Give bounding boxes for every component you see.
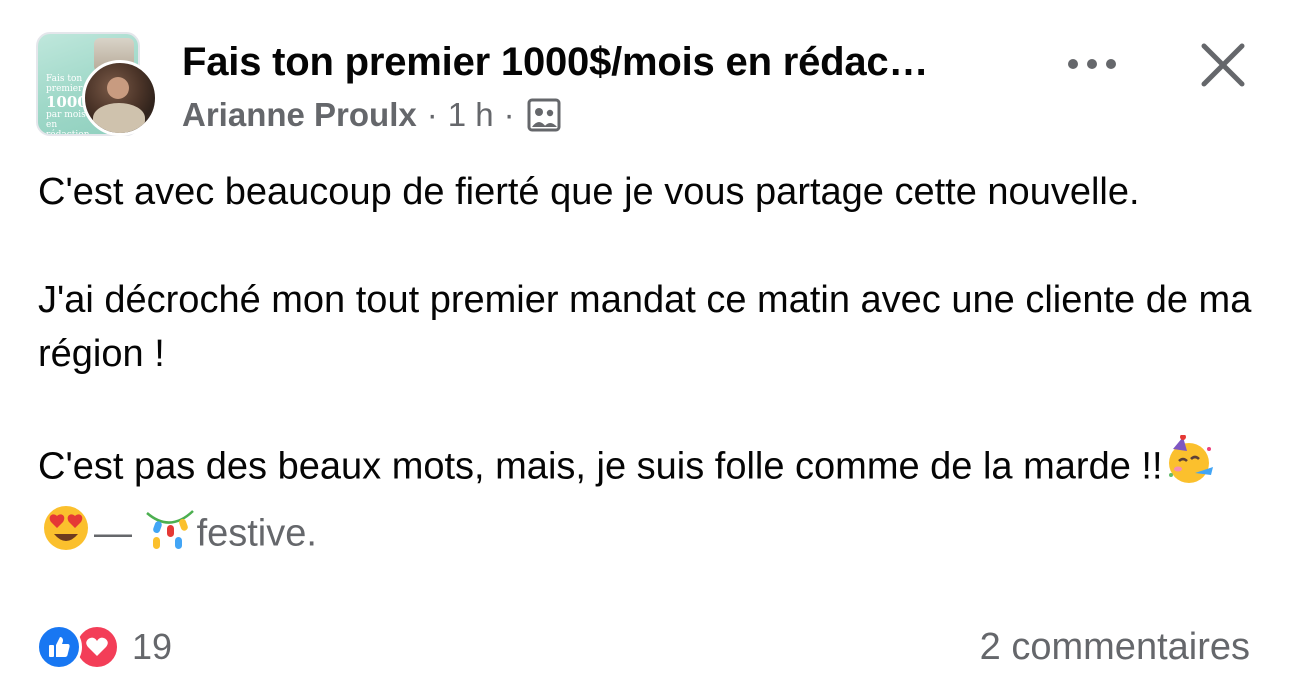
close-icon <box>1200 42 1246 93</box>
feeling-text[interactable]: festive. <box>197 513 317 555</box>
reaction-count: 19 <box>132 626 173 667</box>
reactions-summary[interactable]: 19 <box>36 624 172 670</box>
group-title[interactable]: Fais ton premier 1000$/mois en rédac… <box>182 40 928 85</box>
post-paragraph: C'est avec beaucoup de fierté que je vou… <box>38 171 1140 213</box>
more-horizontal-icon <box>1064 57 1120 76</box>
post-paragraph-text: C'est pas des beaux mots, mais, je suis … <box>38 445 1163 488</box>
group-audience-icon <box>527 98 561 132</box>
avatar-stack[interactable]: Fais ton premier 1000$ par mois en rédac… <box>36 32 160 138</box>
close-button[interactable] <box>1196 40 1250 94</box>
string-lights-icon <box>145 503 195 568</box>
facebook-post: Fais ton premier 1000$ par mois en rédac… <box>0 0 1290 698</box>
author-name[interactable]: Arianne Proulx <box>182 96 417 134</box>
partying-face-emoji <box>1165 434 1217 502</box>
author-avatar-face <box>107 77 129 99</box>
feeling-separator: — <box>94 512 132 555</box>
author-avatar-dog <box>93 103 145 133</box>
post-paragraph: J'ai décroché mon tout premier mandat ce… <box>38 279 1252 375</box>
meta-separator-2: · <box>503 96 515 133</box>
post-meta: Arianne Proulx · 1 h · <box>182 96 561 134</box>
meta-separator: · <box>426 96 438 133</box>
post-paragraph-feeling: C'est pas des beaux mots, mais, je suis … <box>38 434 1258 569</box>
comments-count-link[interactable]: 2 commentaires <box>980 626 1250 669</box>
post-body: C'est avec beaucoup de fierté que je vou… <box>38 165 1258 569</box>
author-avatar[interactable] <box>82 60 158 136</box>
post-time[interactable]: 1 h <box>448 96 494 134</box>
heart-eyes-emoji <box>40 502 92 569</box>
like-icon <box>36 624 82 670</box>
more-options-button[interactable] <box>1064 48 1120 84</box>
